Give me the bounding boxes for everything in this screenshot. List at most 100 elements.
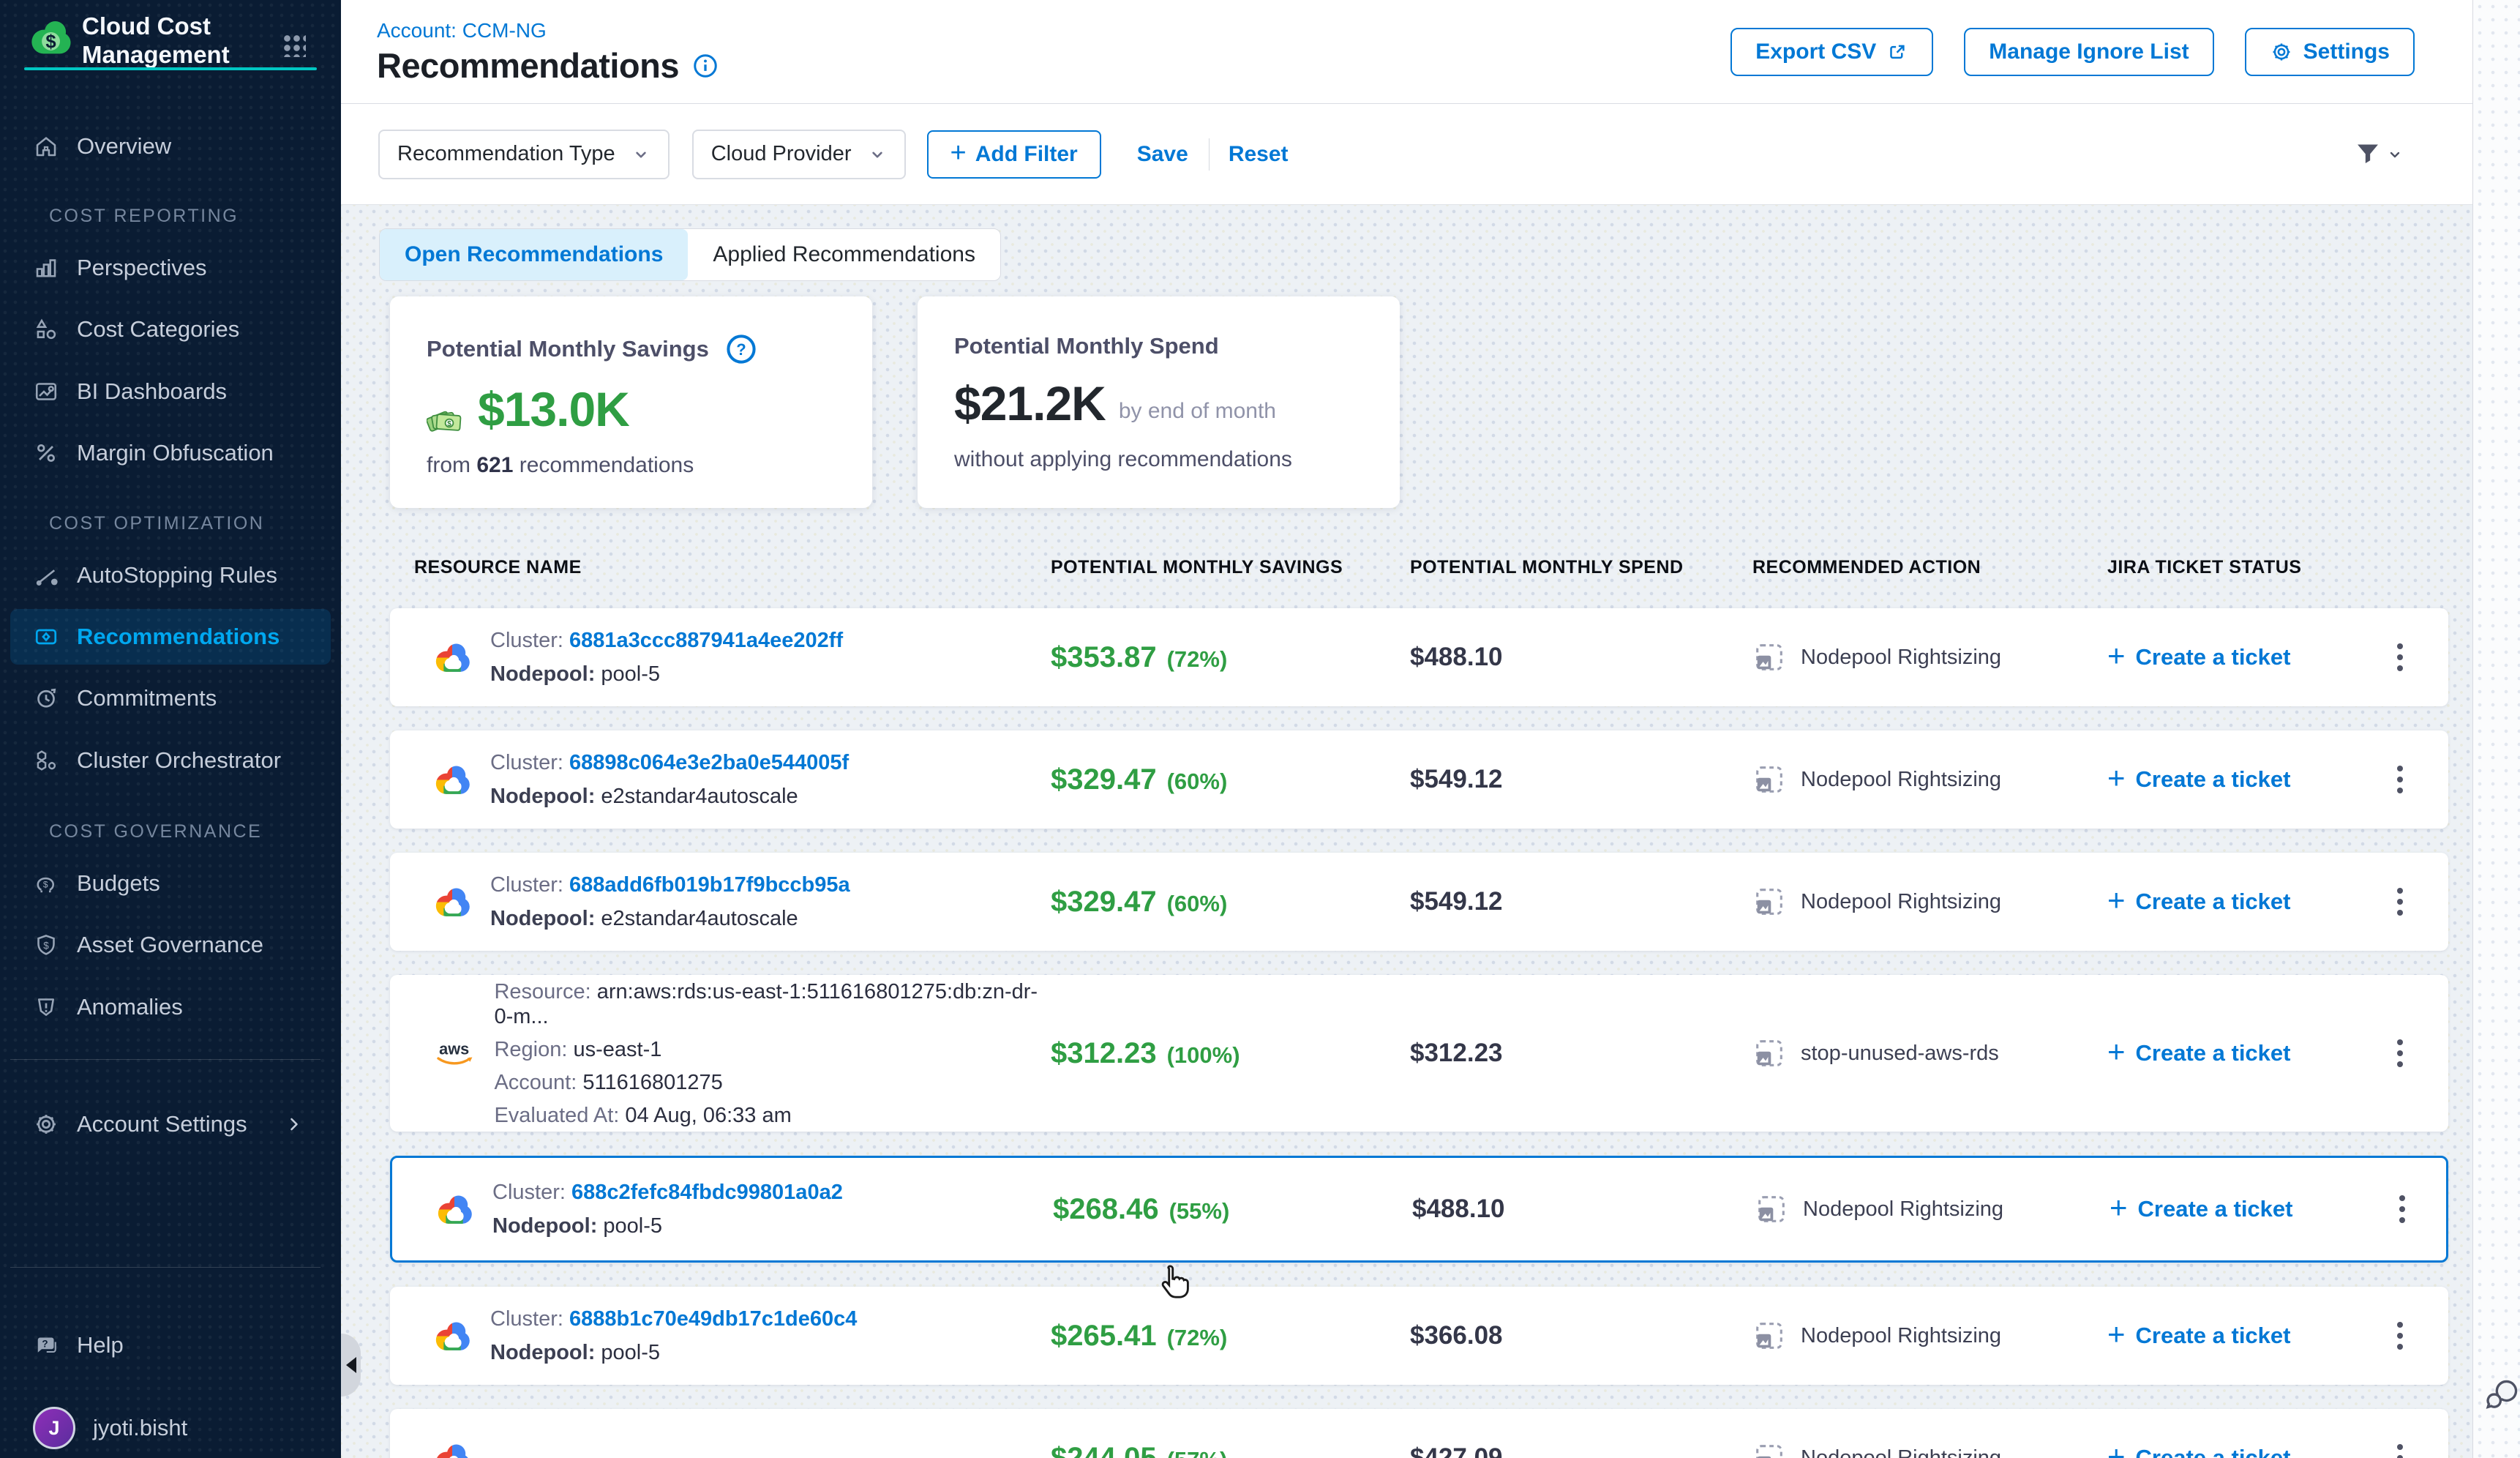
table-row[interactable]: Cluster: 6886e92f59a48cad86b5b1c6 $244.0… [390,1409,2448,1458]
filter-divider [1209,138,1210,171]
create-ticket-link[interactable]: +Create a ticket [2107,1445,2384,1458]
row-menu-button[interactable] [2384,641,2416,673]
anomaly-alert-icon [33,994,59,1020]
sidebar-item-commitments[interactable]: Commitments [10,670,331,726]
ccm-recommendations-page: $ Cloud Cost Management Overview COST RE… [0,0,2520,1458]
table-row[interactable]: Cluster: 6881a3ccc887941a4ee202ff Nodepo… [390,608,2448,706]
sidebar-item-overview[interactable]: Overview [10,119,331,174]
cloud-provider-dropdown[interactable]: Cloud Provider [692,130,906,179]
sidebar-item-asset-governance[interactable]: $ Asset Governance [10,917,331,973]
chevron-down-icon [868,145,887,164]
avatar: J [33,1407,75,1449]
cost-categories-icon [33,316,59,343]
page-title: Recommendations [377,45,679,86]
row-menu-button[interactable] [2384,1442,2416,1458]
money-icon: $ [427,405,465,437]
chevron-down-icon [2386,146,2404,163]
create-ticket-link[interactable]: +Create a ticket [2107,1323,2384,1350]
create-ticket-link[interactable]: +Create a ticket [2107,766,2384,793]
sidebar-item-label: Overview [77,133,171,160]
sidebar: $ Cloud Cost Management Overview COST RE… [0,0,341,1458]
sidebar-item-help[interactable]: ? Help [10,1317,331,1373]
gcp-logo-icon [432,1441,473,1458]
settings-button[interactable]: Settings [2245,28,2415,76]
row-menu-button[interactable] [2386,1193,2418,1225]
table-row[interactable]: Resource: arn:aws:rds:us-east-1:51161680… [390,975,2448,1132]
info-icon[interactable] [692,53,719,79]
kebab-icon [2397,654,2403,660]
sidebar-item-perspectives[interactable]: Perspectives [10,240,331,296]
reset-filter-link[interactable]: Reset [1229,142,1289,167]
rightsizing-icon [1752,640,1786,674]
manage-ignore-list-button[interactable]: Manage Ignore List [1964,28,2213,76]
sidebar-collapse-handle[interactable] [341,1334,361,1397]
sidebar-user[interactable]: J jyoti.bisht [10,1400,331,1456]
help-circle-icon[interactable]: ? [725,333,757,365]
kebab-icon [2397,777,2403,782]
export-csv-button[interactable]: Export CSV [1730,28,1933,76]
scrollbar-gutter[interactable] [2472,0,2520,1458]
rightsizing-icon [1752,1036,1786,1070]
sidebar-item-label: Help [77,1332,124,1358]
sidebar-item-cluster-orchestrator[interactable]: Cluster Orchestrator [10,733,331,788]
recommendation-type-dropdown[interactable]: Recommendation Type [378,130,670,179]
table-row[interactable]: Cluster: 6888b1c70e49db17c1de60c4 Nodepo… [390,1287,2448,1385]
app-switcher-grid-icon[interactable] [281,32,306,57]
cluster-link[interactable]: 6881a3ccc887941a4ee202ff [569,629,843,652]
potential-monthly-spend-card: Potential Monthly Spend $21.2K by end of… [918,296,1400,508]
rightsizing-icon [1752,1441,1786,1458]
sidebar-item-recommendations[interactable]: Recommendations [10,609,331,665]
create-ticket-link[interactable]: +Create a ticket [2107,889,2384,916]
col-potential-monthly-savings: POTENTIAL MONTHLY SAVINGS [1051,557,1410,578]
user-name: jyoti.bisht [93,1415,187,1441]
sidebar-item-margin-obfuscation[interactable]: Margin Obfuscation [10,425,331,481]
sidebar-accent-rule [24,67,317,70]
tab-applied-recommendations[interactable]: Applied Recommendations [688,229,1000,280]
plus-icon: + [950,139,967,167]
ccm-logo-icon: $ [26,18,75,57]
gcp-logo-icon [432,885,473,919]
row-menu-button[interactable] [2384,886,2416,918]
recommendations-icon [33,624,59,650]
savings-cell: $312.23(100%) [1051,1037,1410,1070]
filter-panel-toggle[interactable] [2354,141,2404,168]
save-filter-link[interactable]: Save [1137,142,1188,167]
table-row[interactable]: Cluster: 68898c064e3e2ba0e544005f Nodepo… [390,730,2448,829]
action-cell: Nodepool Rightsizing [1752,1319,2107,1353]
support-chat-icon[interactable] [2482,1376,2520,1414]
chevron-down-icon [631,145,650,164]
sidebar-item-account-settings[interactable]: Account Settings [10,1096,331,1152]
row-menu-button[interactable] [2384,1320,2416,1352]
savings-cell: $353.87(72%) [1051,641,1410,674]
add-filter-button[interactable]: + Add Filter [927,130,1101,179]
create-ticket-link[interactable]: +Create a ticket [2107,1040,2384,1067]
table-row[interactable]: Cluster: 688add6fb019b17f9bccb95a Nodepo… [390,853,2448,951]
recommendations-tabs: Open Recommendations Applied Recommendat… [379,228,1001,281]
create-ticket-link[interactable]: +Create a ticket [2107,644,2384,671]
cluster-link[interactable]: 6888b1c70e49db17c1de60c4 [569,1307,857,1331]
tab-open-recommendations[interactable]: Open Recommendations [380,229,688,280]
table-row-selected[interactable]: Cluster: 688c2fefc84fbdc99801a0a2 Nodepo… [390,1156,2448,1263]
sidebar-item-bi-dashboards[interactable]: BI Dashboards [10,364,331,419]
rightsizing-icon [1752,885,1786,919]
plus-icon: + [2107,763,2126,793]
chevron-right-icon [284,1114,304,1134]
sidebar-item-cost-categories[interactable]: Cost Categories [10,302,331,357]
cluster-link[interactable]: 688c2fefc84fbdc99801a0a2 [571,1181,843,1204]
sidebar-item-budgets[interactable]: $ Budgets [10,856,331,911]
spend-cell: $549.12 [1410,765,1752,794]
create-ticket-link[interactable]: +Create a ticket [2110,1196,2386,1223]
cluster-link[interactable]: 688add6fb019b17f9bccb95a [569,873,850,897]
help-chat-icon: ? [33,1332,59,1358]
action-cell: Nodepool Rightsizing [1752,763,2107,796]
cluster-link[interactable]: 68898c064e3e2ba0e544005f [569,751,849,774]
svg-text:$: $ [447,420,451,428]
sidebar-item-anomalies[interactable]: Anomalies [10,979,331,1035]
row-menu-button[interactable] [2384,763,2416,796]
sidebar-item-label: Commitments [77,685,217,711]
commitments-clock-icon [33,685,59,711]
row-menu-button[interactable] [2384,1037,2416,1069]
sidebar-item-autostopping-rules[interactable]: AutoStopping Rules [10,547,331,603]
collapse-arrow-icon [346,1357,356,1373]
breadcrumb-account-link[interactable]: Account: CCM-NG [377,19,547,42]
